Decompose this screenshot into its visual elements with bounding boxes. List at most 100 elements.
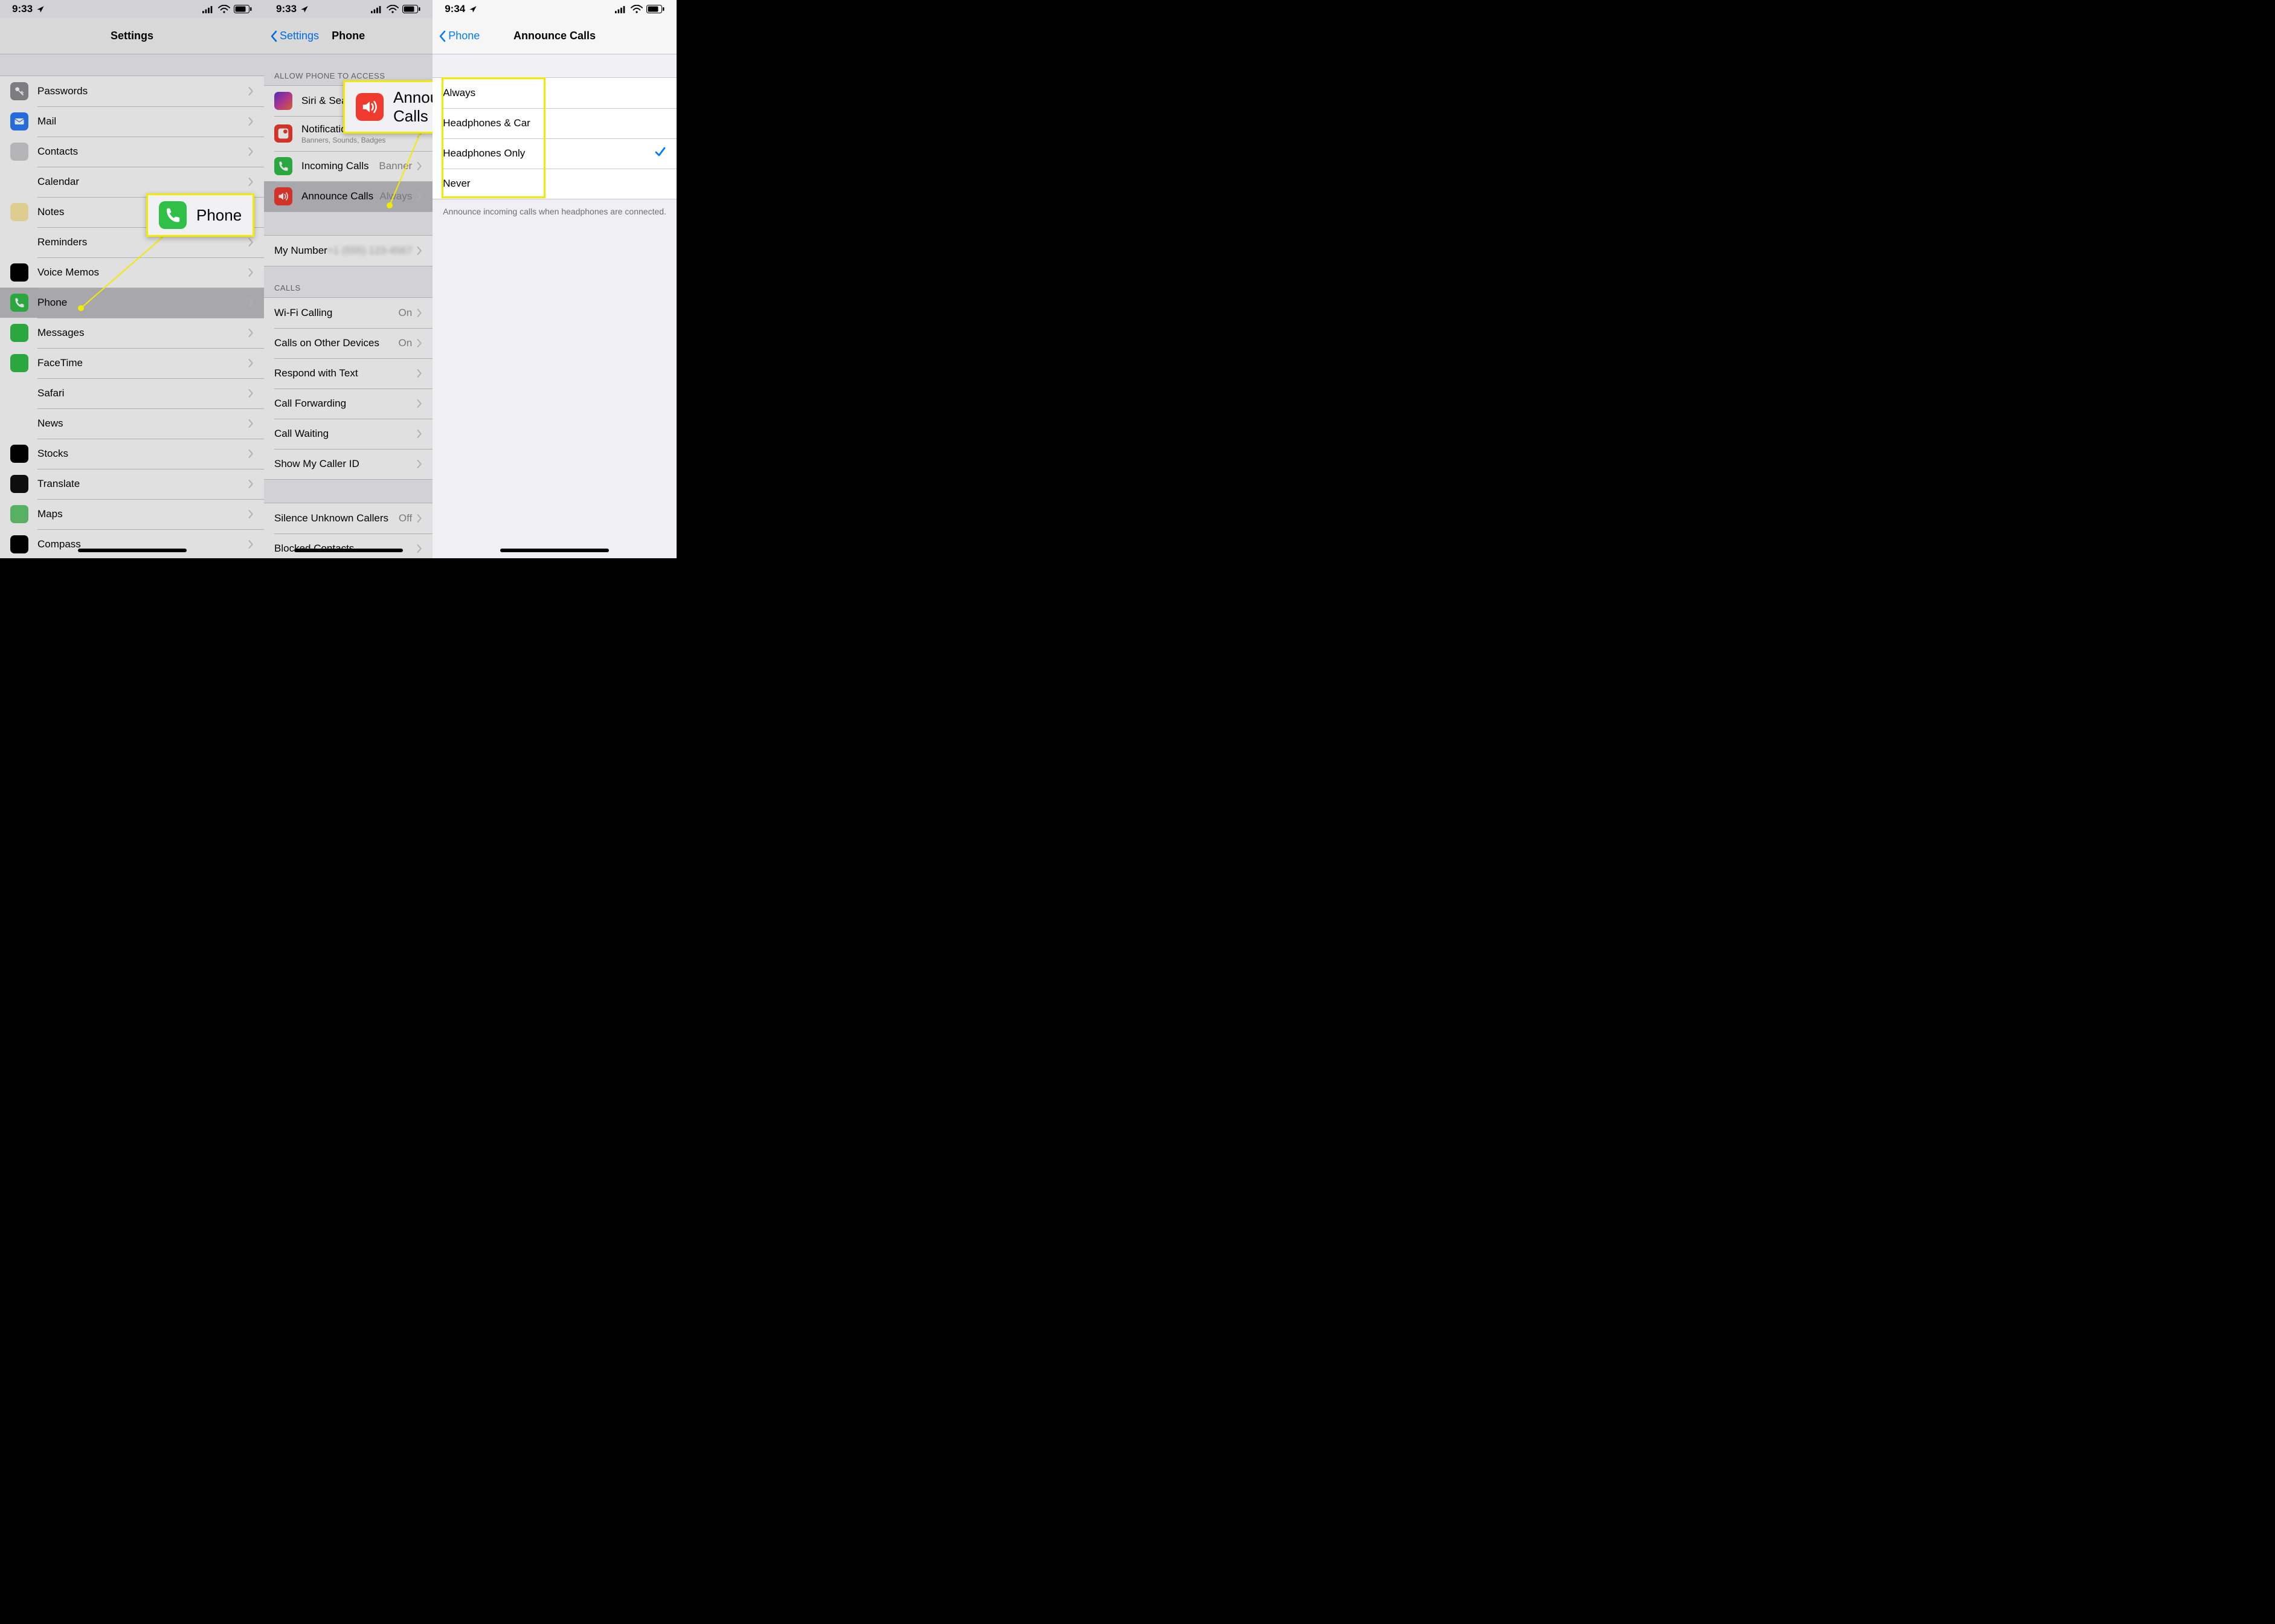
row-label: Mail [37, 115, 248, 127]
settings-row-mail[interactable]: Mail [0, 106, 264, 137]
row-label: Wi-Fi Calling [274, 307, 399, 319]
mail-icon [10, 112, 28, 130]
settings-row-maps[interactable]: Maps [0, 499, 264, 529]
settings-row-contacts[interactable]: Contacts [0, 137, 264, 167]
option-never[interactable]: Never [433, 169, 677, 199]
chevron-right-icon [417, 544, 422, 553]
chevron-right-icon [248, 207, 254, 217]
settings-row-news[interactable]: News [0, 408, 264, 439]
row-calls-other-devices[interactable]: Calls on Other DevicesOn [264, 328, 433, 358]
notes-icon [10, 203, 28, 221]
settings-row-passwords[interactable]: Passwords [0, 76, 264, 106]
location-icon [469, 5, 477, 13]
status-bar: 9:33 [0, 0, 264, 18]
chevron-right-icon [248, 86, 254, 96]
nav-bar: Settings Phone [264, 18, 433, 54]
settings-row-voice-memos[interactable]: Voice Memos [0, 257, 264, 288]
option-label: Headphones Only [443, 147, 654, 160]
stocks-icon [10, 445, 28, 463]
chevron-right-icon [248, 237, 254, 247]
row-sublabel: Banners, Sounds, Badges [301, 136, 417, 144]
chevron-right-icon [417, 161, 422, 171]
row-value: Off [399, 512, 412, 524]
row-label: My Number [274, 245, 327, 257]
cellular-icon [371, 5, 383, 13]
row-call-forwarding[interactable]: Call Forwarding [264, 388, 433, 419]
chevron-right-icon [417, 399, 422, 408]
settings-row-facetime[interactable]: FaceTime [0, 348, 264, 378]
back-button[interactable]: Settings [270, 30, 319, 42]
row-show-caller-id[interactable]: Show My Caller ID [264, 449, 433, 479]
row-blocked-contacts[interactable]: Blocked Contacts [264, 533, 433, 558]
row-label: Notes [37, 206, 248, 218]
chevron-right-icon [417, 429, 422, 439]
chevron-left-icon [439, 30, 447, 42]
row-siri-search[interactable]: Siri & Search [264, 86, 433, 116]
option-label: Headphones & Car [443, 117, 666, 129]
row-label: Incoming Calls [301, 160, 379, 172]
chevron-right-icon [248, 388, 254, 398]
row-label: Safari [37, 387, 248, 399]
row-label: Maps [37, 508, 248, 520]
nav-bar: Settings [0, 18, 264, 54]
row-label: Stocks [37, 448, 248, 460]
row-wifi-calling[interactable]: Wi-Fi CallingOn [264, 298, 433, 328]
back-button[interactable]: Phone [439, 30, 480, 42]
row-label: Phone [37, 297, 248, 309]
cellular-icon [202, 5, 214, 13]
option-headphones-car[interactable]: Headphones & Car [433, 108, 677, 138]
settings-row-safari[interactable]: Safari [0, 378, 264, 408]
status-time: 9:34 [445, 3, 465, 15]
row-incoming-calls[interactable]: Incoming Calls Banner [264, 151, 433, 181]
settings-row-stocks[interactable]: Stocks [0, 439, 264, 469]
row-label: Reminders [37, 236, 248, 248]
option-always[interactable]: Always [433, 78, 677, 108]
settings-row-compass[interactable]: Compass [0, 529, 264, 558]
chevron-right-icon [248, 509, 254, 519]
row-value: On [399, 337, 413, 349]
row-notifications[interactable]: Notifications Banners, Sounds, Badges [264, 116, 433, 151]
chevron-right-icon [248, 298, 254, 308]
settings-row-calendar[interactable]: Calendar [0, 167, 264, 197]
chevron-right-icon [417, 246, 422, 256]
row-respond-with-text[interactable]: Respond with Text [264, 358, 433, 388]
row-silence-unknown[interactable]: Silence Unknown CallersOff [264, 503, 433, 533]
settings-row-reminders[interactable]: Reminders [0, 227, 264, 257]
chevron-right-icon [417, 96, 422, 106]
wifi-icon [631, 5, 643, 14]
chevron-right-icon [417, 338, 422, 348]
row-label: Messages [37, 327, 248, 339]
compass-icon [10, 535, 28, 553]
home-indicator [78, 549, 187, 552]
row-call-waiting[interactable]: Call Waiting [264, 419, 433, 449]
chevron-right-icon [248, 449, 254, 459]
home-indicator [294, 549, 403, 552]
check-icon [654, 146, 666, 161]
row-value: Always [379, 190, 412, 202]
chevron-right-icon [417, 459, 422, 469]
row-label: Respond with Text [274, 367, 417, 379]
page-title: Announce Calls [513, 30, 596, 42]
settings-row-translate[interactable]: Translate [0, 469, 264, 499]
row-value: +1 (555) 123-4567 [327, 245, 412, 257]
row-label: Call Forwarding [274, 398, 417, 410]
settings-row-messages[interactable]: Messages [0, 318, 264, 348]
options-list: Always Headphones & Car Headphones Only Nev… [433, 77, 677, 199]
news-icon [10, 414, 28, 433]
chevron-right-icon [248, 540, 254, 549]
row-my-number[interactable]: My Number +1 (555) 123-4567 [264, 236, 433, 266]
status-bar: 9:33 [264, 0, 433, 18]
home-indicator [500, 549, 609, 552]
messages-icon [10, 324, 28, 342]
settings-row-notes[interactable]: Notes [0, 197, 264, 227]
settings-row-phone[interactable]: Phone [0, 288, 264, 318]
back-label: Phone [448, 30, 480, 42]
chevron-right-icon [417, 514, 422, 523]
row-value: On [399, 307, 413, 319]
row-announce-calls[interactable]: Announce Calls Always [264, 181, 433, 211]
calls-list: Wi-Fi CallingOnCalls on Other DevicesOnR… [264, 297, 433, 480]
footer-text: Announce incoming calls when headphones … [433, 199, 677, 224]
wifi-icon [387, 5, 399, 14]
chevron-right-icon [417, 192, 422, 201]
option-headphones-only[interactable]: Headphones Only [433, 138, 677, 169]
